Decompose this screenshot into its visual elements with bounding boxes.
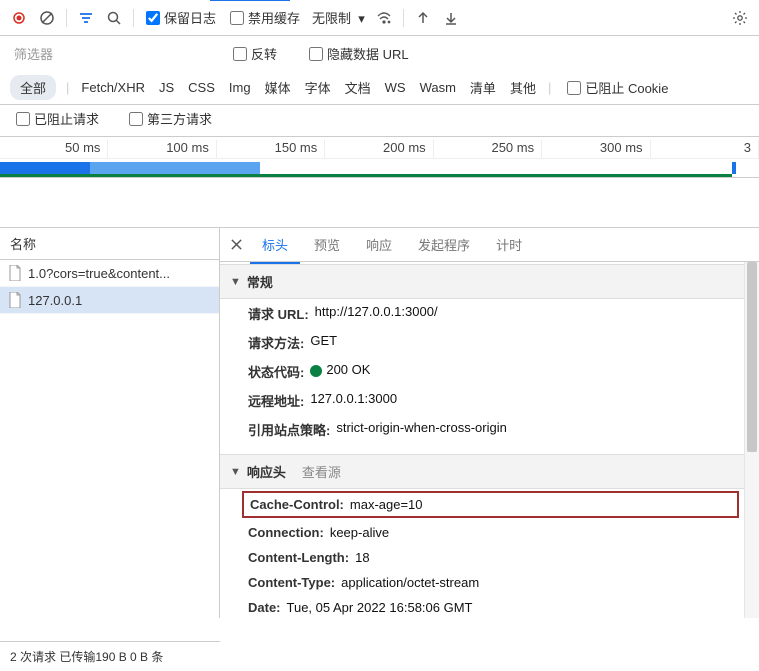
view-source-link[interactable]: 查看源	[302, 462, 341, 481]
clear-button[interactable]	[34, 5, 60, 31]
timeline-tick: 50 ms	[0, 140, 108, 155]
tab-initiator[interactable]: 发起程序	[406, 227, 482, 262]
filter-doc[interactable]: 文档	[343, 76, 373, 99]
chevron-down-icon: ▼	[230, 276, 241, 288]
status-value: 200 OK	[310, 362, 370, 381]
general-section-header[interactable]: ▼常规	[220, 264, 759, 299]
response-headers-section[interactable]: ▼响应头查看源	[220, 454, 759, 489]
timeline-tick: 200 ms	[325, 140, 433, 155]
request-name: 1.0?cors=true&content...	[28, 266, 170, 281]
filter-other[interactable]: 其他	[508, 76, 538, 99]
preserve-log-label: 保留日志	[164, 8, 216, 27]
filter-input[interactable]: 筛选器	[10, 42, 57, 65]
preserve-log-checkbox[interactable]: 保留日志	[140, 8, 222, 27]
filter-all[interactable]: 全部	[10, 75, 56, 100]
filter-fetch[interactable]: Fetch/XHR	[79, 78, 147, 97]
method-key: 请求方法:	[248, 333, 304, 352]
upload-icon[interactable]	[410, 5, 436, 31]
network-toolbar: 保留日志 禁用缓存 无限制 ▾	[0, 0, 759, 36]
request-url-key: 请求 URL:	[248, 304, 309, 323]
status-dot-icon	[310, 365, 322, 377]
referrer-value: strict-origin-when-cross-origin	[336, 420, 507, 439]
blocked-requests-checkbox[interactable]: 已阻止请求	[10, 109, 105, 128]
blocked-cookies-checkbox[interactable]: 已阻止 Cookie	[561, 78, 674, 97]
timeline-tick: 100 ms	[108, 140, 216, 155]
highlighted-header: Cache-Control:max-age=10	[242, 491, 739, 518]
settings-icon[interactable]	[727, 5, 753, 31]
hide-data-urls-checkbox[interactable]: 隐藏数据 URL	[303, 44, 415, 63]
filter-img[interactable]: Img	[227, 78, 253, 97]
wifi-icon[interactable]	[371, 5, 397, 31]
throttling-select[interactable]: 无限制 ▾	[308, 6, 369, 29]
tab-response[interactable]: 响应	[354, 227, 404, 262]
chevron-down-icon: ▼	[230, 466, 241, 478]
status-bar: 2 次请求 已传输190 B 0 B 条	[0, 641, 220, 671]
referrer-key: 引用站点策略:	[248, 420, 330, 439]
timeline-tick: 300 ms	[542, 140, 650, 155]
method-value: GET	[310, 333, 337, 352]
timeline-tick: 250 ms	[434, 140, 542, 155]
search-icon[interactable]	[101, 5, 127, 31]
remote-key: 远程地址:	[248, 391, 304, 410]
status-key: 状态代码:	[248, 362, 304, 381]
filter-manifest[interactable]: 清单	[468, 76, 498, 99]
close-icon[interactable]	[224, 233, 248, 257]
file-icon	[8, 292, 22, 308]
disable-cache-label: 禁用缓存	[248, 8, 300, 27]
name-column-header[interactable]: 名称	[0, 228, 219, 260]
request-row[interactable]: 127.0.0.1	[0, 287, 219, 314]
invert-checkbox[interactable]: 反转	[227, 44, 283, 63]
file-icon	[8, 265, 22, 281]
third-party-checkbox[interactable]: 第三方请求	[123, 109, 218, 128]
download-icon[interactable]	[438, 5, 464, 31]
request-name: 127.0.0.1	[28, 293, 82, 308]
tab-headers[interactable]: 标头	[250, 227, 300, 264]
request-url-value: http://127.0.0.1:3000/	[315, 304, 438, 323]
tab-timing[interactable]: 计时	[484, 227, 534, 262]
filter-row: 筛选器 反转 隐藏数据 URL	[0, 36, 759, 71]
filter-media[interactable]: 媒体	[263, 76, 293, 99]
filter-js[interactable]: JS	[157, 78, 176, 97]
filter-wasm[interactable]: Wasm	[418, 78, 458, 97]
filter-font[interactable]: 字体	[303, 76, 333, 99]
request-list: 名称 1.0?cors=true&content... 127.0.0.1	[0, 228, 220, 618]
vertical-scrollbar[interactable]	[744, 262, 759, 618]
remote-value: 127.0.0.1:3000	[310, 391, 397, 410]
record-button[interactable]	[6, 5, 32, 31]
tab-preview[interactable]: 预览	[302, 227, 352, 262]
type-filter-row: 全部 | Fetch/XHR JS CSS Img 媒体 字体 文档 WS Wa…	[0, 71, 759, 105]
request-row[interactable]: 1.0?cors=true&content...	[0, 260, 219, 287]
filter-ws[interactable]: WS	[383, 78, 408, 97]
timeline-overview[interactable]: 50 ms 100 ms 150 ms 200 ms 250 ms 300 ms…	[0, 137, 759, 178]
timeline-tick: 3	[651, 140, 759, 155]
request-detail: 标头 预览 响应 发起程序 计时 ▼常规 请求 URL: http://127.0…	[220, 228, 759, 618]
filter-icon[interactable]	[73, 5, 99, 31]
timeline-tick: 150 ms	[217, 140, 325, 155]
disable-cache-checkbox[interactable]: 禁用缓存	[224, 8, 306, 27]
filter-css[interactable]: CSS	[186, 78, 217, 97]
